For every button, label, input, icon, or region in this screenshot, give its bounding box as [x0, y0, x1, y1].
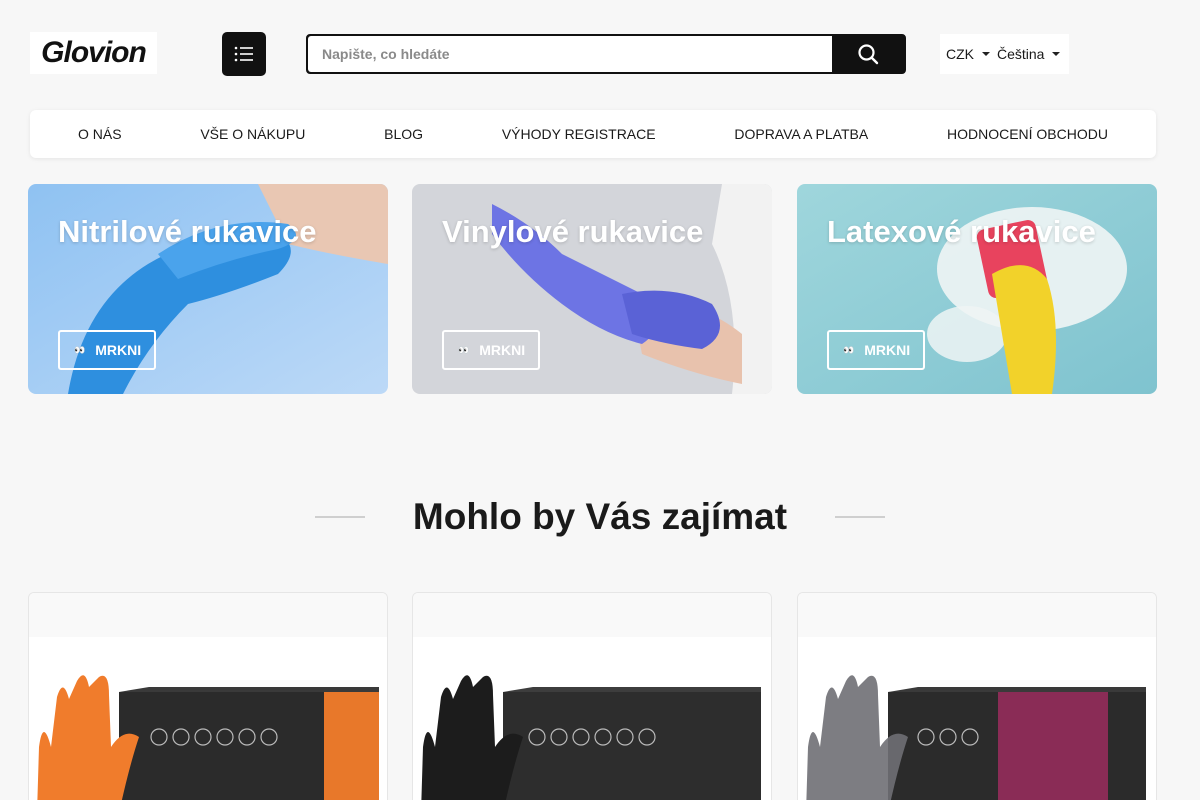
- banner-button[interactable]: 👀 MRKNI: [827, 330, 925, 370]
- currency-value: CZK: [946, 46, 974, 62]
- eyes-icon: 👀: [458, 344, 470, 355]
- category-banner-nitrile[interactable]: Nitrilové rukavice 👀 MRKNI: [28, 184, 388, 394]
- chevron-down-icon: [982, 52, 990, 56]
- eyes-icon: 👀: [74, 344, 86, 355]
- nav-item-doprava-a-platba[interactable]: Doprava a platba: [734, 126, 868, 142]
- banner-button[interactable]: 👀 MRKNI: [58, 330, 156, 370]
- product-image: [37, 675, 379, 800]
- category-banner-latex[interactable]: Latexové rukavice 👀 MRKNI: [797, 184, 1157, 394]
- product-card[interactable]: [28, 592, 388, 800]
- banner-title: Latexové rukavice: [827, 214, 1096, 249]
- card-top: [413, 593, 771, 637]
- divider: [835, 516, 886, 518]
- section-title: Mohlo by Vás zajímat: [412, 496, 788, 537]
- card-top: [29, 593, 387, 637]
- banner-button-label: MRKNI: [95, 342, 142, 358]
- list-menu-icon: [234, 46, 253, 62]
- banner-button[interactable]: 👀 MRKNI: [442, 330, 540, 370]
- language-select[interactable]: Čeština: [997, 46, 1061, 62]
- search-bar: [306, 34, 906, 74]
- card-top: [798, 593, 1156, 637]
- product-card[interactable]: [412, 592, 772, 800]
- divider: [314, 516, 365, 518]
- logo[interactable]: Glovion: [30, 32, 157, 74]
- banner-button-label: MRKNI: [479, 342, 526, 358]
- nav-item-hodnoceni-obchodu[interactable]: Hodnocení obchodu: [947, 126, 1108, 142]
- main-nav: O nás Vše o nákupu Blog Výhody registrac…: [30, 110, 1156, 158]
- nav-item-blog[interactable]: Blog: [384, 126, 423, 142]
- product-card[interactable]: [797, 592, 1157, 800]
- eyes-icon: 👀: [843, 344, 855, 355]
- menu-button[interactable]: [222, 32, 266, 76]
- category-banner-vinyl[interactable]: Vinylové rukavice 👀 MRKNI: [412, 184, 772, 394]
- nav-item-vyhody-registrace[interactable]: Výhody registrace: [502, 126, 656, 142]
- banner-title: Nitrilové rukavice: [58, 214, 317, 249]
- banner-button-label: MRKNI: [864, 342, 911, 358]
- search-button[interactable]: [832, 36, 904, 72]
- product-image: [806, 675, 1146, 800]
- language-value: Čeština: [997, 46, 1045, 62]
- recommended-section-header: Mohlo by Vás zajímat: [0, 496, 1200, 538]
- logo-text: Glovion: [41, 36, 147, 69]
- currency-select[interactable]: CZK: [946, 46, 990, 62]
- product-image: [421, 675, 761, 800]
- locale-selectors: CZK Čeština: [940, 34, 1069, 74]
- search-input[interactable]: [308, 36, 832, 72]
- nav-item-o-nas[interactable]: O nás: [78, 126, 122, 142]
- banner-title: Vinylové rukavice: [442, 214, 704, 249]
- chevron-down-icon: [1052, 52, 1061, 56]
- nav-item-vse-o-nakupu[interactable]: Vše o nákupu: [200, 126, 305, 142]
- search-icon: [858, 44, 879, 65]
